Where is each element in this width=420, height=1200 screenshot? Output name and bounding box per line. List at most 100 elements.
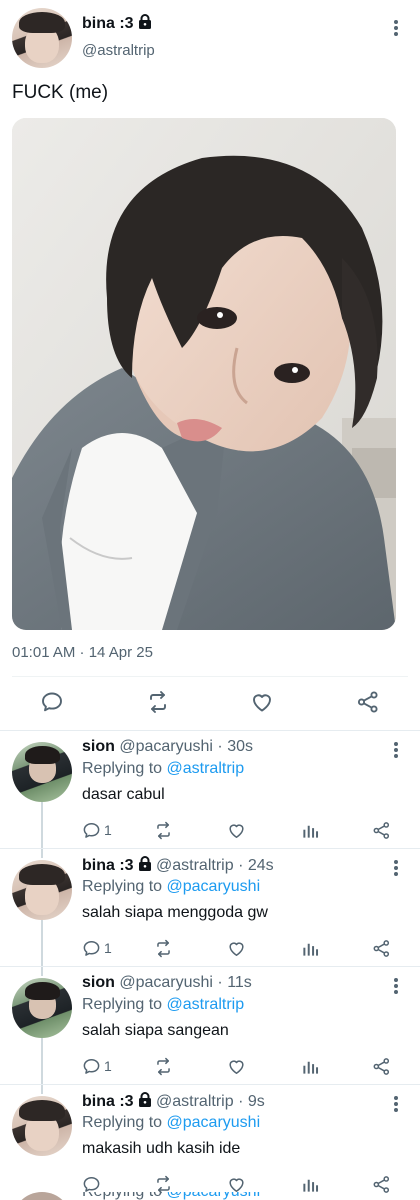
reply-action-bar — [82, 1174, 402, 1194]
main-tweet-header: bina :3 @astraltrip — [0, 0, 420, 78]
analytics-icon[interactable] — [301, 938, 320, 958]
replying-to-link[interactable]: @astraltrip — [167, 996, 245, 1013]
replying-to-line: Replying to @astraltrip — [82, 760, 244, 778]
tweet-timestamp: 01:01 AM · 14 Apr 25 — [12, 644, 153, 661]
replying-to-line: Replying to @pacaryushi — [82, 1192, 260, 1200]
reply-count: 1 — [104, 822, 112, 838]
author-avatar[interactable] — [12, 8, 72, 68]
reply-time: · 24s — [238, 857, 274, 874]
reply-handle[interactable]: @astraltrip — [156, 1093, 234, 1110]
analytics-icon[interactable] — [301, 1174, 320, 1194]
reply-display-name[interactable]: bina :3 — [82, 1093, 134, 1110]
retweet-icon[interactable] — [154, 1056, 173, 1076]
reply-time: · 9s — [238, 1093, 265, 1110]
reply-display-name[interactable]: bina :3 — [82, 857, 134, 874]
replying-label: Replying to — [82, 1192, 162, 1200]
reply-name-line: sion @pacaryushi · 11s — [82, 974, 252, 992]
divider — [0, 730, 420, 731]
reply-avatar[interactable] — [12, 742, 72, 802]
reply-icon[interactable] — [40, 690, 64, 714]
tweet-photo[interactable] — [12, 118, 396, 630]
author-display-name[interactable]: bina :3 — [82, 15, 134, 32]
reply-text: dasar cabul — [82, 786, 165, 803]
reply-action-bar: 1 — [82, 820, 402, 840]
author-handle[interactable]: @astraltrip — [82, 42, 155, 59]
reply-display-name[interactable]: sion — [82, 974, 115, 991]
reply-icon — [83, 822, 100, 838]
cutoff-reply: Replying to @pacaryushi — [0, 1192, 420, 1200]
more-icon[interactable] — [386, 18, 406, 38]
divider — [0, 848, 420, 849]
reply-text: salah siapa sangean — [82, 1022, 229, 1039]
replying-label: Replying to — [82, 878, 163, 895]
analytics-icon[interactable] — [301, 1056, 320, 1076]
divider — [0, 966, 420, 967]
tweet-text: FUCK (me) — [12, 82, 109, 103]
reply-handle[interactable]: @pacaryushi — [119, 974, 213, 991]
reply-tweet[interactable]: bina :3 @astraltrip · 9s Replying to @pa… — [0, 1090, 420, 1200]
reply-text: makasih udh kasih ide — [82, 1140, 241, 1157]
reply-action-bar: 1 — [82, 938, 402, 958]
lock-icon — [138, 1092, 152, 1112]
reply-avatar[interactable] — [12, 860, 72, 920]
reply-count: 1 — [104, 1058, 112, 1074]
like-icon[interactable] — [227, 1174, 246, 1194]
replying-to-link[interactable]: @pacaryushi — [167, 878, 261, 895]
more-icon[interactable] — [386, 1094, 406, 1114]
lock-icon — [138, 14, 152, 34]
like-icon[interactable] — [227, 1056, 246, 1076]
reply-tweet[interactable]: bina :3 @astraltrip · 24s Replying to @p… — [0, 854, 420, 972]
retweet-icon[interactable] — [154, 938, 173, 958]
replying-to-line: Replying to @astraltrip — [82, 996, 244, 1014]
analytics-icon[interactable] — [301, 820, 320, 840]
reply-icon — [83, 940, 100, 956]
replying-to-line: Replying to @pacaryushi — [82, 878, 260, 896]
replying-label: Replying to — [82, 996, 163, 1013]
replying-to-line: Replying to @pacaryushi — [82, 1114, 260, 1132]
more-icon[interactable] — [386, 976, 406, 996]
retweet-icon[interactable] — [146, 690, 170, 714]
retweet-icon[interactable] — [154, 820, 173, 840]
like-icon[interactable] — [227, 938, 246, 958]
reply-handle[interactable]: @astraltrip — [156, 857, 234, 874]
replying-label: Replying to — [82, 760, 163, 777]
reply-name-line: bina :3 @astraltrip · 9s — [82, 1092, 265, 1112]
reply-icon — [83, 1176, 100, 1192]
share-icon[interactable] — [372, 938, 391, 958]
photo-illustration — [12, 118, 396, 630]
reply-button[interactable]: 1 — [82, 1056, 112, 1076]
author-name-line: bina :3 — [82, 14, 152, 34]
more-icon[interactable] — [386, 858, 406, 878]
divider — [0, 1084, 420, 1085]
replying-to-link[interactable]: @astraltrip — [167, 760, 245, 777]
reply-display-name[interactable]: sion — [82, 738, 115, 755]
reply-icon — [83, 1058, 100, 1074]
reply-button[interactable] — [82, 1174, 104, 1194]
share-icon[interactable] — [372, 1056, 391, 1076]
replying-to-link[interactable]: @pacaryushi — [167, 1192, 261, 1200]
share-icon[interactable] — [372, 1174, 391, 1194]
reply-avatar[interactable] — [12, 1192, 72, 1200]
reply-tweet[interactable]: sion @pacaryushi · 30s Replying to @astr… — [0, 736, 420, 854]
reply-avatar[interactable] — [12, 1096, 72, 1156]
reply-name-line: sion @pacaryushi · 30s — [82, 738, 253, 756]
reply-tweet[interactable]: sion @pacaryushi · 11s Replying to @astr… — [0, 972, 420, 1090]
reply-time: · 30s — [217, 738, 253, 755]
share-icon[interactable] — [372, 820, 391, 840]
reply-handle[interactable]: @pacaryushi — [119, 738, 213, 755]
share-icon[interactable] — [356, 690, 380, 714]
more-icon[interactable] — [386, 740, 406, 760]
retweet-icon[interactable] — [154, 1174, 173, 1194]
like-icon[interactable] — [250, 690, 274, 714]
reply-text: salah siapa menggoda gw — [82, 904, 268, 921]
like-icon[interactable] — [227, 820, 246, 840]
lock-icon — [138, 856, 152, 876]
reply-name-line: bina :3 @astraltrip · 24s — [82, 856, 274, 876]
replying-to-link[interactable]: @pacaryushi — [167, 1114, 261, 1131]
reply-avatar[interactable] — [12, 978, 72, 1038]
reply-button[interactable]: 1 — [82, 820, 112, 840]
reply-button[interactable]: 1 — [82, 938, 112, 958]
reply-action-bar: 1 — [82, 1056, 402, 1076]
reply-time: · 11s — [217, 974, 252, 991]
tweet-action-bar — [0, 676, 420, 728]
